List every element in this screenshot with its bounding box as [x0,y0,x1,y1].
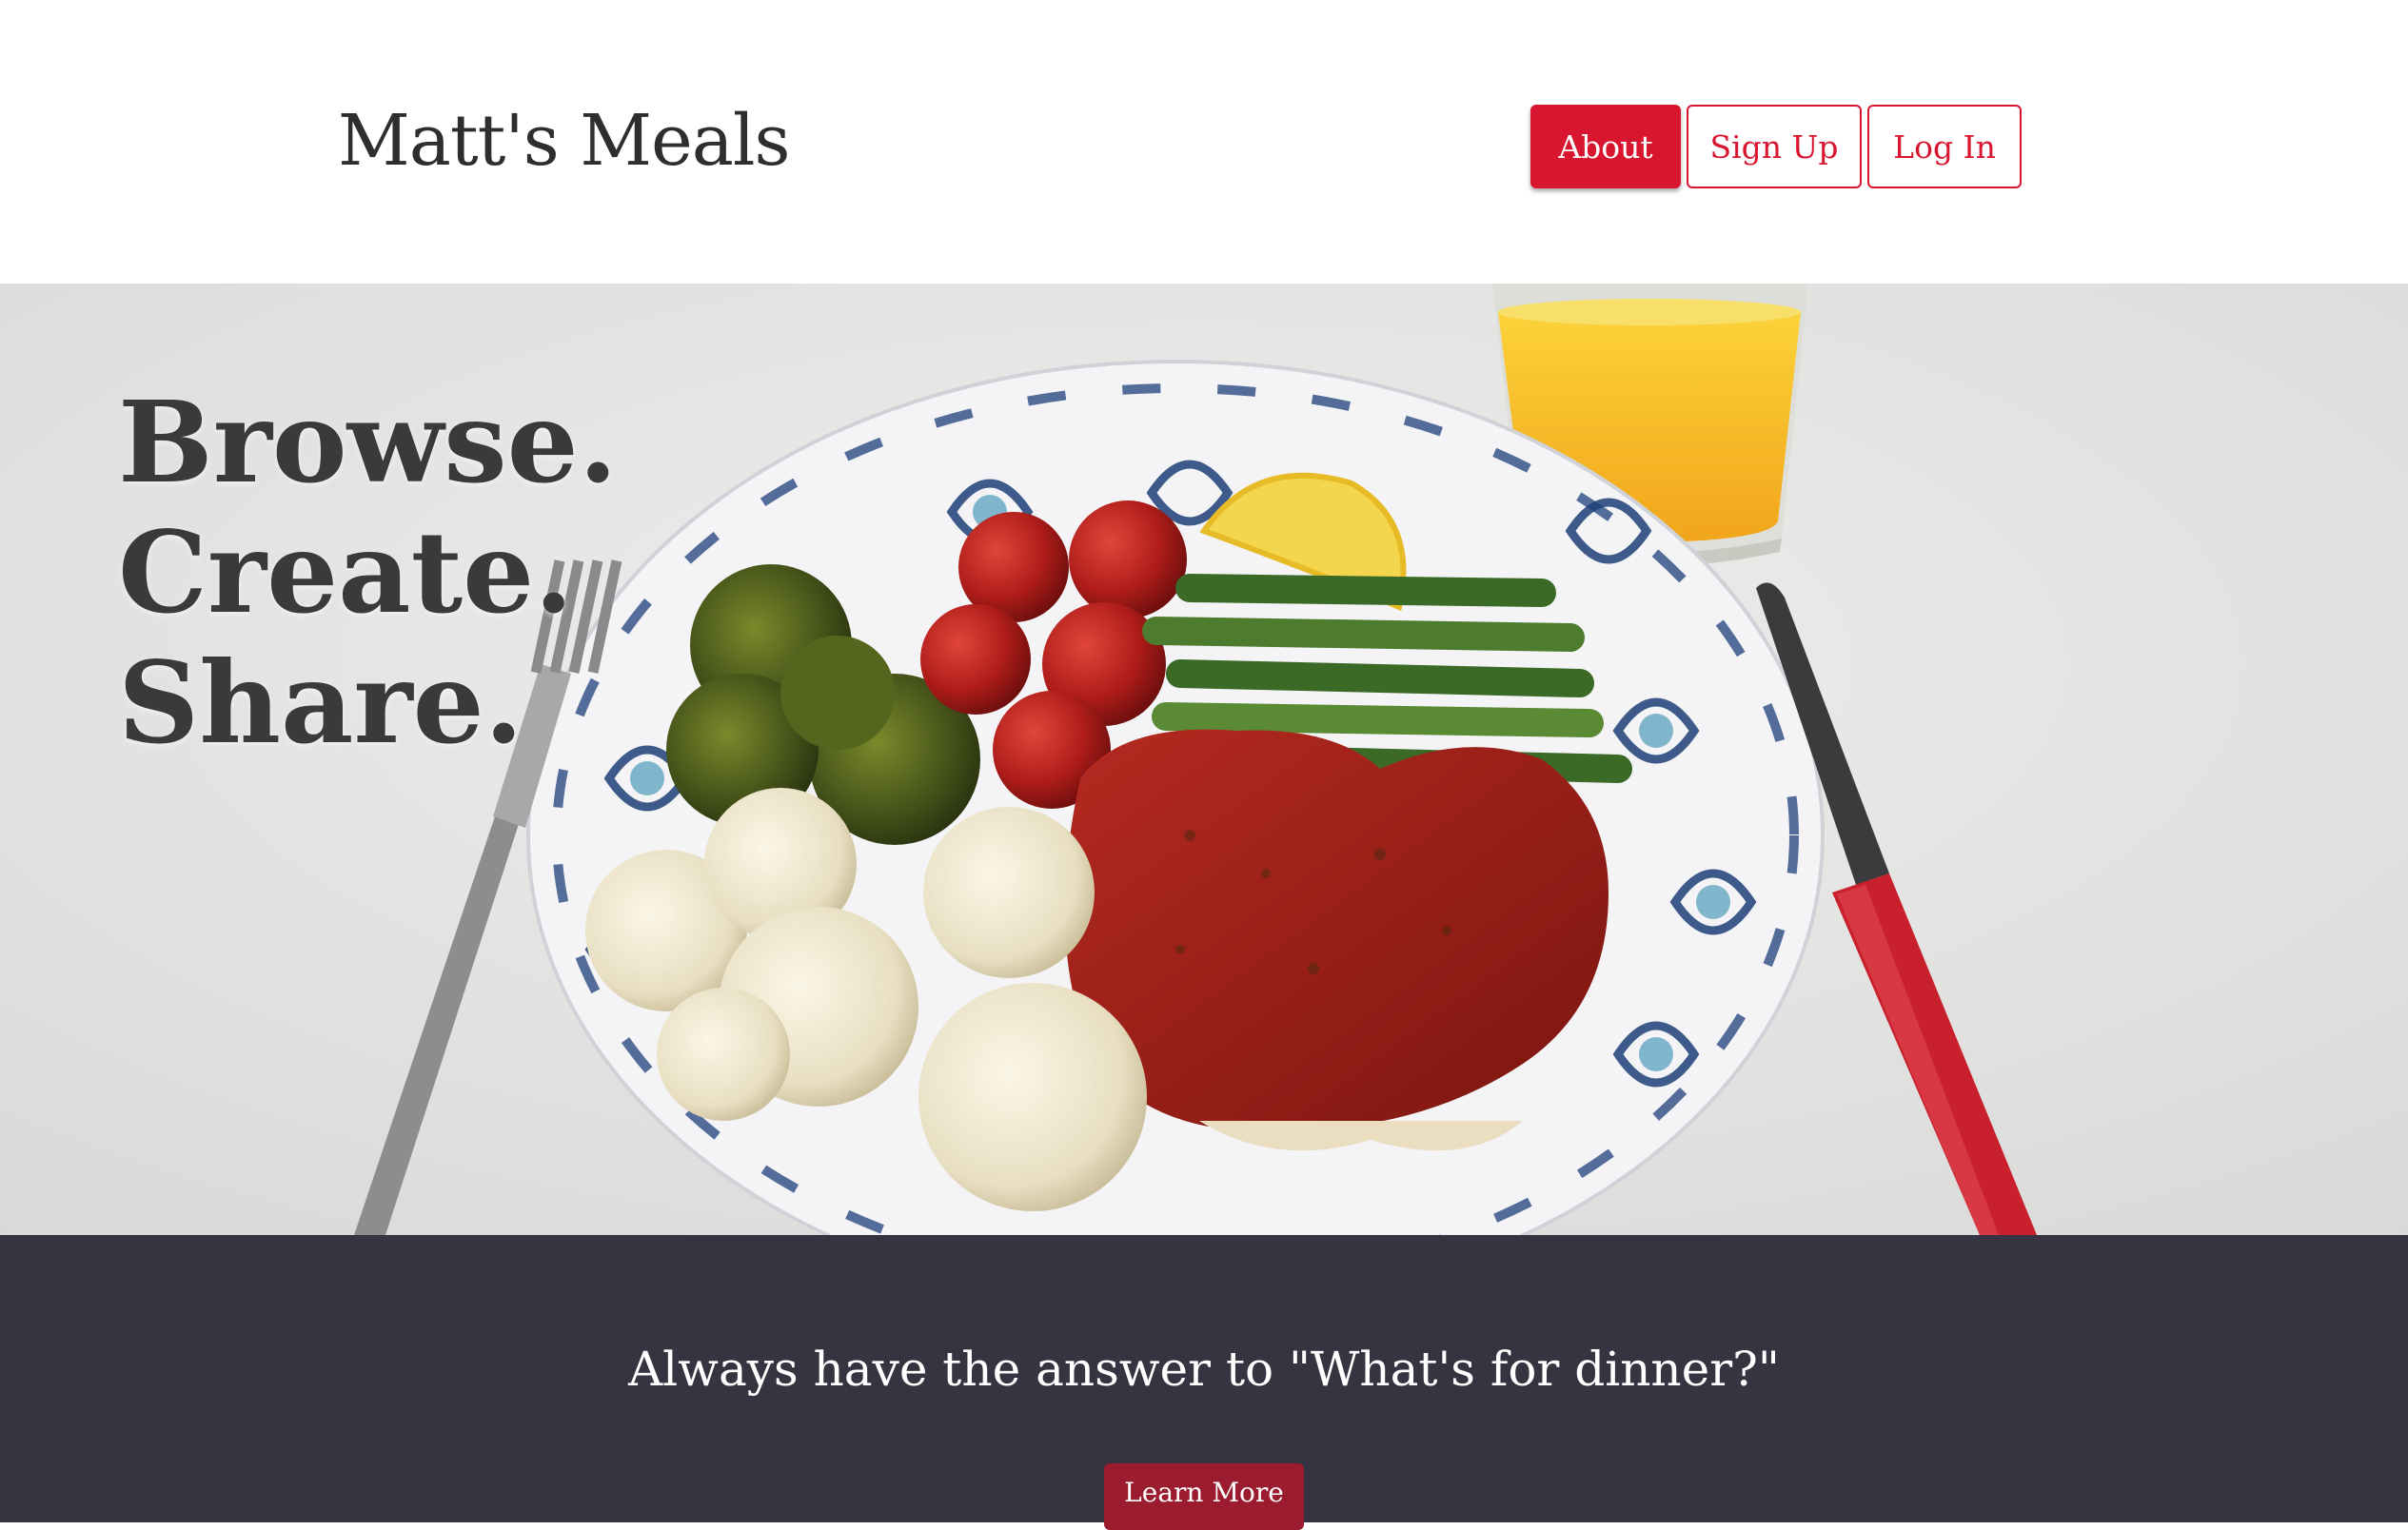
cta-band: Always have the answer to "What's for di… [0,1235,2408,1530]
log-in-button[interactable]: Log In [1867,105,2022,188]
hero-banner: Browse. Create. Share. [0,284,2408,1235]
site-brand[interactable]: Matt's Meals [338,100,791,182]
tagline-browse: Browse. [118,376,618,508]
site-header: Matt's Meals About Sign Up Log In [0,0,2408,284]
main-nav: About Sign Up Log In [1530,105,2022,188]
tagline-share: Share. [118,637,523,769]
learn-more-button[interactable]: Learn More [1104,1463,1304,1530]
tagline-create: Create. [118,506,574,638]
sign-up-button[interactable]: Sign Up [1687,105,1862,188]
about-button[interactable]: About [1530,105,1681,188]
hero-tagline: Browse. Create. Share. [118,377,618,768]
cta-headline: Always have the answer to "What's for di… [628,1342,1780,1397]
